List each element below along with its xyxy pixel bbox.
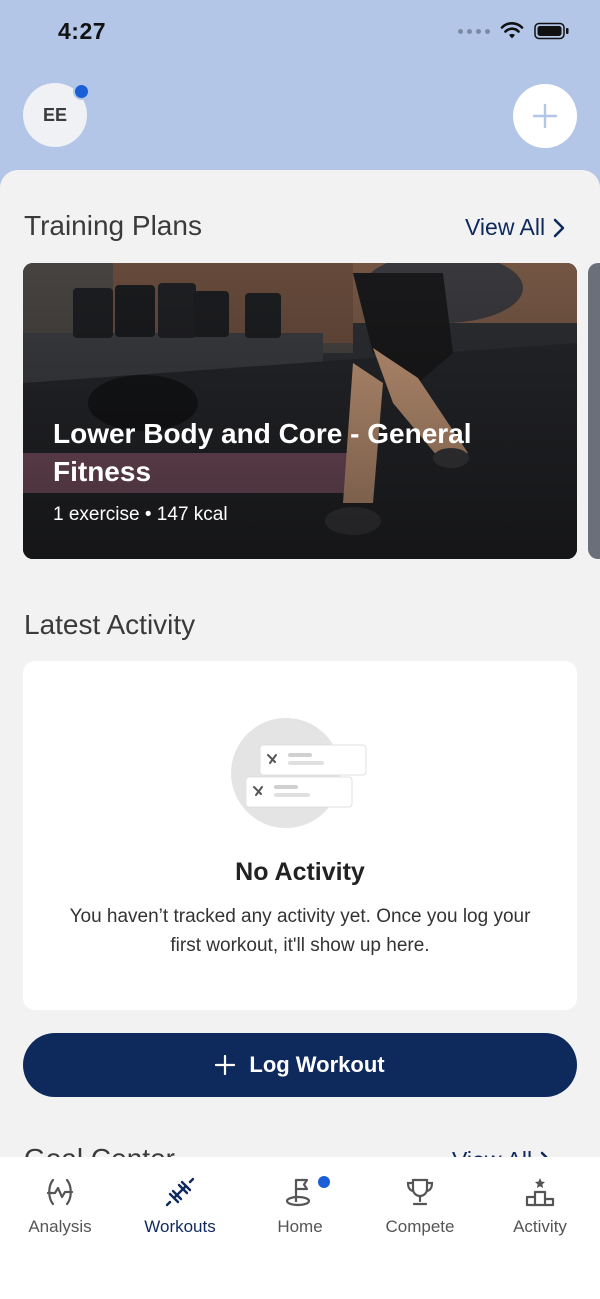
plus-icon bbox=[532, 103, 558, 129]
tab-workouts[interactable]: Workouts bbox=[120, 1175, 240, 1237]
status-time: 4:27 bbox=[58, 18, 107, 44]
view-all-label: View All bbox=[465, 214, 546, 240]
status-bar: 4:27 bbox=[0, 0, 600, 64]
battery-icon bbox=[534, 22, 569, 40]
add-button[interactable] bbox=[513, 84, 577, 148]
tab-label: Activity bbox=[513, 1217, 567, 1236]
latest-activity-title: Latest Activity bbox=[24, 609, 196, 640]
wifi-icon bbox=[500, 22, 524, 39]
notification-badge bbox=[73, 83, 90, 100]
empty-state-text: You haven’t tracked any activity yet. On… bbox=[69, 906, 531, 956]
home-notification-badge bbox=[318, 1176, 330, 1188]
plan-title: Lower Body and Core - General Fitness bbox=[53, 418, 472, 487]
plan-meta: 1 exercise • 147 kcal bbox=[53, 504, 228, 525]
tab-label: Home bbox=[277, 1217, 323, 1236]
main-sheet: Training Plans View All Lower Body and C… bbox=[0, 170, 600, 1299]
tab-bar: Analysis Workouts Home Compete Activity bbox=[0, 1157, 600, 1299]
tab-analysis[interactable]: Analysis bbox=[0, 1175, 120, 1237]
podium-icon bbox=[524, 1175, 556, 1209]
home-flag-icon bbox=[283, 1175, 317, 1209]
empty-activity-illustration bbox=[231, 718, 367, 828]
empty-state-title: No Activity bbox=[235, 858, 365, 886]
tab-label: Analysis bbox=[28, 1217, 92, 1236]
log-workout-button[interactable]: Log Workout bbox=[23, 1033, 577, 1097]
activity-empty-card: No Activity You haven’t tracked any acti… bbox=[23, 661, 577, 1010]
analysis-icon bbox=[44, 1175, 76, 1209]
dumbbell-icon bbox=[164, 1175, 196, 1209]
tab-activity[interactable]: Activity bbox=[480, 1175, 600, 1237]
chevron-right-icon bbox=[553, 218, 565, 237]
trophy-icon bbox=[404, 1175, 436, 1209]
tab-label: Workouts bbox=[144, 1217, 216, 1236]
tab-compete[interactable]: Compete bbox=[360, 1175, 480, 1237]
status-icons bbox=[458, 22, 570, 40]
tab-home[interactable]: Home bbox=[240, 1175, 360, 1237]
plus-icon bbox=[215, 1055, 236, 1075]
log-workout-label: Log Workout bbox=[249, 1052, 385, 1077]
training-plans-title: Training Plans bbox=[24, 210, 202, 241]
tab-label: Compete bbox=[385, 1217, 455, 1236]
training-view-all-link[interactable]: View All bbox=[465, 214, 565, 241]
next-plan-card-peek[interactable] bbox=[588, 263, 600, 559]
training-plan-card[interactable]: Lower Body and Core - General Fitness 1 … bbox=[23, 263, 577, 559]
cellular-signal-icon bbox=[458, 28, 490, 34]
